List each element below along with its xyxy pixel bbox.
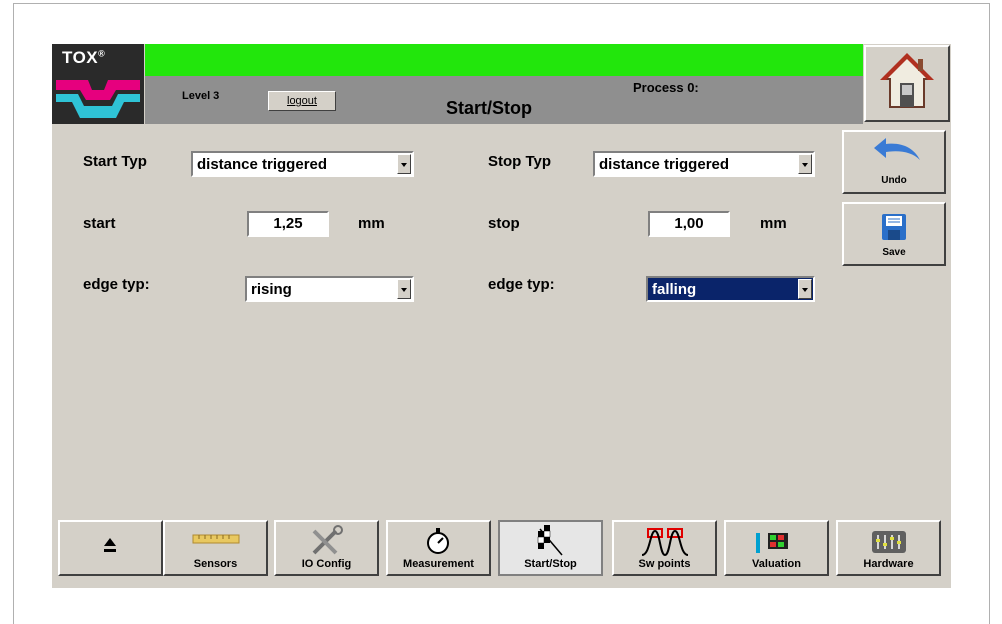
undo-arrow-icon	[874, 138, 920, 160]
edge-typ-right-label: edge typ:	[488, 276, 555, 293]
ruler-icon	[192, 534, 240, 544]
stop-typ-select[interactable]: distance triggered	[593, 151, 815, 177]
home-icon	[880, 53, 934, 108]
pulse-icon	[641, 528, 689, 557]
tab-eject[interactable]	[58, 520, 163, 576]
chevron-down-icon[interactable]	[798, 279, 812, 299]
tab-valuation[interactable]: Valuation	[724, 520, 829, 576]
start-typ-value: distance triggered	[197, 156, 328, 173]
edge-typ-left-label: edge typ:	[83, 276, 150, 293]
logo-mark-icon	[56, 80, 140, 118]
edge-typ-left-select[interactable]: rising	[245, 276, 414, 302]
tab-measurement[interactable]: Measurement	[386, 520, 491, 576]
user-level: Level 3	[182, 90, 220, 102]
start-label: start	[83, 215, 116, 232]
panel-icon	[756, 533, 788, 553]
tab-measurement-label: Measurement	[403, 558, 474, 570]
edge-typ-left-value: rising	[251, 281, 292, 298]
tab-io-config-label: IO Config	[301, 558, 352, 570]
tab-hardware-label: Hardware	[863, 558, 914, 570]
start-typ-label: Start Typ	[83, 153, 147, 170]
floppy-disk-icon	[882, 214, 906, 240]
stop-label: stop	[488, 215, 520, 232]
home-button[interactable]	[864, 45, 950, 122]
logout-button[interactable]: logout	[268, 91, 336, 111]
chevron-down-icon[interactable]	[397, 279, 411, 299]
tab-sw-points[interactable]: Sw points	[612, 520, 717, 576]
undo-label: Undo	[881, 175, 907, 186]
start-typ-select[interactable]: distance triggered	[191, 151, 414, 177]
stop-unit: mm	[760, 215, 787, 232]
tab-sensors[interactable]: Sensors	[163, 520, 268, 576]
tab-valuation-label: Valuation	[752, 558, 801, 570]
tab-sw-points-label: Sw points	[638, 558, 691, 570]
mixer-icon	[872, 531, 906, 553]
undo-button[interactable]: Undo	[842, 130, 946, 194]
status-bar	[145, 44, 863, 76]
save-label: Save	[882, 247, 906, 258]
tab-hardware[interactable]: Hardware	[836, 520, 941, 576]
stop-typ-value: distance triggered	[599, 156, 730, 173]
stop-typ-label: Stop Typ	[488, 153, 552, 170]
stop-input[interactable]: 1,00	[648, 211, 730, 237]
start-unit: mm	[358, 215, 385, 232]
checkered-flag-icon	[537, 525, 563, 556]
tab-start-stop[interactable]: Start/Stop	[498, 520, 603, 576]
edge-typ-right-value: falling	[652, 281, 697, 298]
tox-logo: TOX®	[52, 44, 144, 124]
main-panel	[52, 44, 951, 588]
edge-typ-right-select[interactable]: falling	[646, 276, 815, 302]
tab-start-stop-label: Start/Stop	[524, 558, 577, 570]
process-label: Process 0:	[633, 80, 699, 95]
tab-io-config[interactable]: IO Config	[274, 520, 379, 576]
chevron-down-icon[interactable]	[798, 154, 812, 174]
start-input[interactable]: 1,25	[247, 211, 329, 237]
page-title: Start/Stop	[446, 98, 533, 118]
eject-icon	[104, 538, 116, 552]
stopwatch-icon	[427, 528, 449, 554]
chevron-down-icon[interactable]	[397, 154, 411, 174]
tab-sensors-label: Sensors	[193, 558, 238, 570]
tools-icon	[312, 525, 343, 555]
save-button[interactable]: Save	[842, 202, 946, 266]
